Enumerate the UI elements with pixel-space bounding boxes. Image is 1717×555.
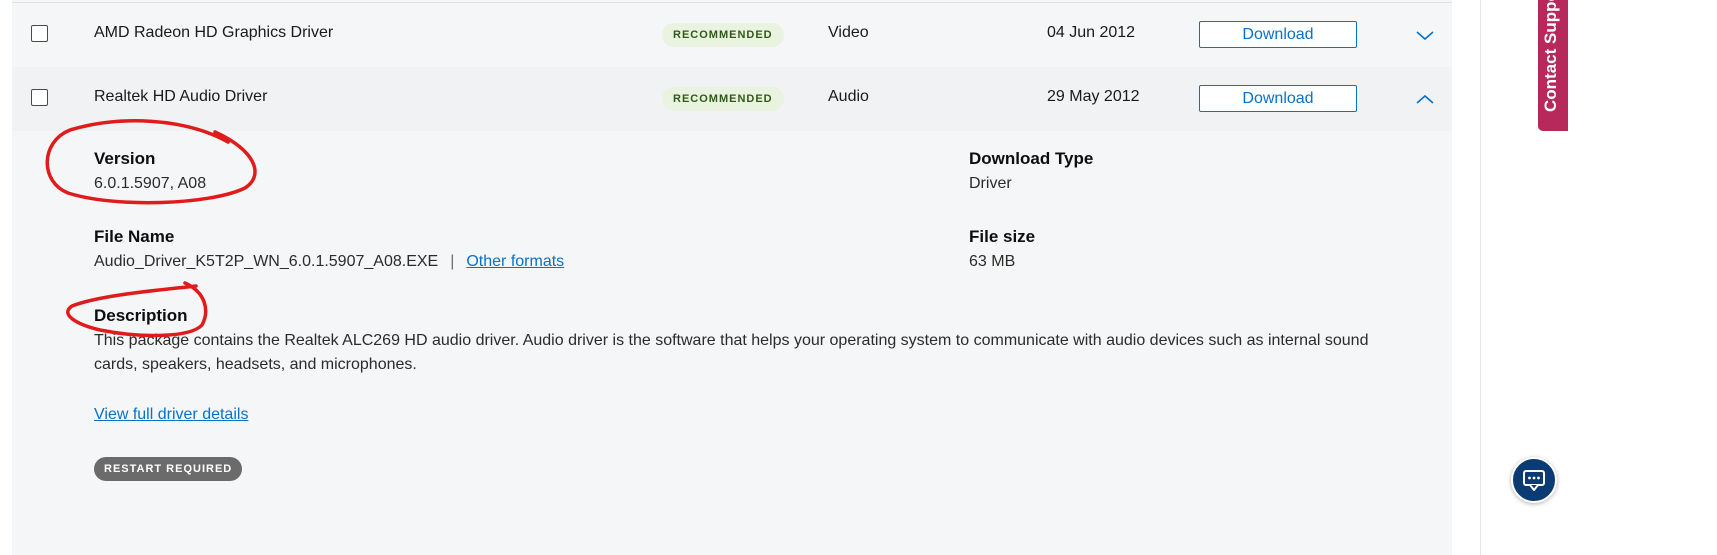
contact-support-tab[interactable]: Contact Support [1538, 0, 1568, 131]
driver-row-amd-graphics[interactable]: AMD Radeon HD Graphics Driver RECOMMENDE… [12, 2, 1452, 68]
description-text: This package contains the Realtek ALC269… [94, 332, 1369, 373]
driver-date: 29 May 2012 [1047, 88, 1140, 105]
version-value: 6.0.1.5907, A08 [94, 175, 207, 192]
driver-select-checkbox[interactable] [31, 89, 48, 106]
download-type-value: Driver [969, 175, 1012, 192]
chevron-up-icon[interactable] [1415, 89, 1435, 109]
driver-select-checkbox[interactable] [31, 25, 48, 42]
restart-required-badge: RESTART REQUIRED [94, 457, 243, 481]
driver-list: AMD Radeon HD Graphics Driver RECOMMENDE… [12, 0, 1452, 555]
file-name-label: File Name [94, 227, 175, 246]
chat-icon [1523, 470, 1545, 491]
file-name-value: Audio_Driver_K5T2P_WN_6.0.1.5907_A08.EXE [94, 253, 439, 270]
right-divider [1480, 0, 1481, 555]
separator: | [450, 253, 455, 270]
file-name-row: Audio_Driver_K5T2P_WN_6.0.1.5907_A08.EXE… [94, 253, 564, 271]
download-button[interactable]: Download [1199, 21, 1357, 48]
file-size-label: File size [969, 227, 1036, 246]
download-button[interactable]: Download [1199, 85, 1357, 112]
other-formats-link[interactable]: Other formats [466, 253, 564, 270]
driver-category: Audio [828, 88, 869, 105]
chat-button[interactable] [1511, 457, 1557, 503]
chevron-down-icon[interactable] [1415, 25, 1435, 45]
recommended-badge: RECOMMENDED [662, 23, 784, 47]
driver-name: AMD Radeon HD Graphics Driver [94, 24, 334, 41]
download-type-label: Download Type [969, 149, 1094, 168]
view-full-driver-details-link[interactable]: View full driver details [94, 406, 248, 424]
driver-category: Video [828, 24, 869, 41]
driver-row-realtek-audio[interactable]: Realtek HD Audio Driver RECOMMENDED Audi… [12, 67, 1452, 131]
version-label: Version [94, 149, 156, 168]
driver-date: 04 Jun 2012 [1047, 24, 1136, 41]
description-label: Description [94, 306, 188, 325]
file-size-value: 63 MB [969, 253, 1016, 270]
driver-details-panel: Version 6.0.1.5907, A08 Download Type Dr… [12, 131, 1452, 555]
driver-name: Realtek HD Audio Driver [94, 88, 268, 105]
contact-support-label: Contact Support [1541, 0, 1560, 112]
recommended-badge: RECOMMENDED [662, 87, 784, 111]
